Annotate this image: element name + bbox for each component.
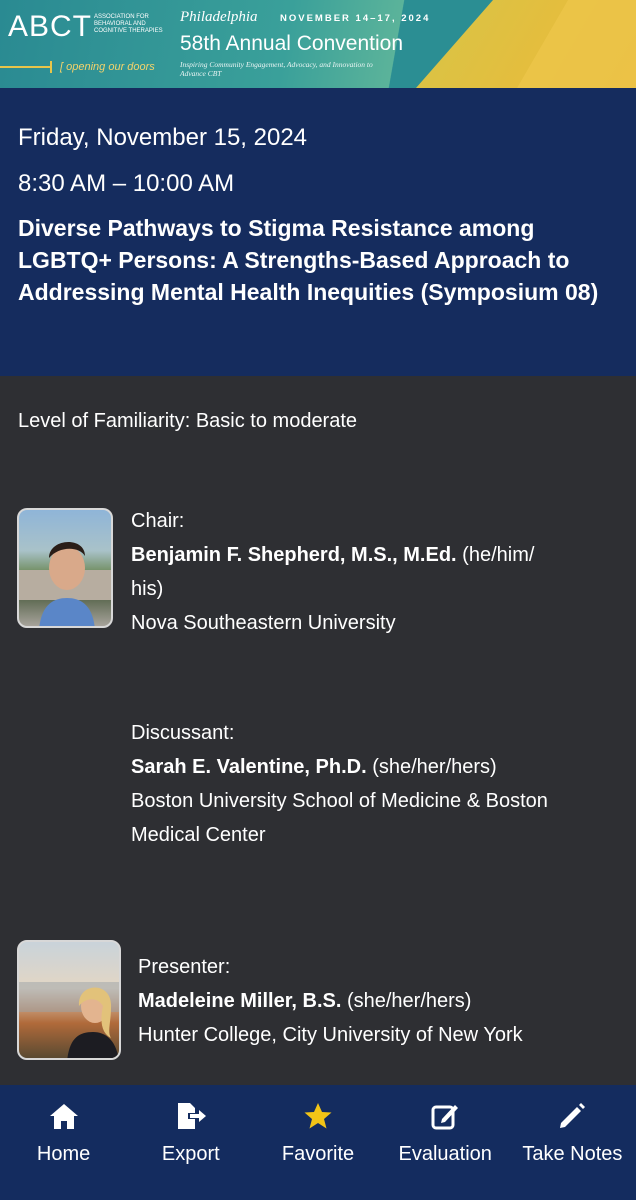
nav-evaluation[interactable]: Evaluation bbox=[382, 1085, 509, 1200]
banner-description: Inspiring Community Engagement, Advocacy… bbox=[180, 60, 373, 78]
presenter-avatar[interactable] bbox=[17, 940, 121, 1060]
nav-evaluation-label: Evaluation bbox=[398, 1143, 492, 1165]
familiarity-level: Level of Familiarity: Basic to moderate bbox=[18, 410, 358, 432]
nav-export-label: Export bbox=[161, 1143, 220, 1165]
nav-home-label: Home bbox=[36, 1143, 91, 1165]
session-time: 8:30 AM – 10:00 AM bbox=[18, 170, 235, 197]
chair-affiliation: Nova Southeastern University bbox=[131, 612, 396, 634]
abct-logo: ABCT bbox=[8, 10, 93, 43]
bottom-nav: Home Export Favorite Evaluation Take Not… bbox=[0, 1085, 636, 1200]
presenter-affiliation: Hunter College, City University of New Y… bbox=[138, 1024, 523, 1046]
edit-icon bbox=[428, 1099, 462, 1133]
session-header: Friday, November 15, 2024 8:30 AM – 10:0… bbox=[0, 88, 636, 376]
convention-banner: ABCT Association for Behavioral and Cogn… bbox=[0, 0, 636, 88]
session-title: Diverse Pathways to Stigma Resistance am… bbox=[18, 215, 599, 305]
star-icon bbox=[301, 1099, 335, 1133]
nav-home[interactable]: Home bbox=[0, 1085, 127, 1200]
discussant-pronouns: (she/her/hers) bbox=[372, 756, 497, 778]
banner-title: 58th Annual Convention bbox=[180, 32, 404, 55]
presenter-pronouns: (she/her/hers) bbox=[346, 990, 472, 1012]
export-icon bbox=[174, 1099, 208, 1133]
session-date: Friday, November 15, 2024 bbox=[18, 124, 308, 151]
nav-take-notes[interactable]: Take Notes bbox=[509, 1085, 636, 1200]
nav-favorite-label: Favorite bbox=[281, 1143, 355, 1165]
nav-take-notes-label: Take Notes bbox=[522, 1143, 623, 1165]
discussant-affiliation: Boston University School of Medicine & B… bbox=[131, 790, 548, 846]
presenter-name[interactable]: Madeleine Miller, B.S. bbox=[138, 990, 341, 1012]
nav-favorite[interactable]: Favorite bbox=[254, 1085, 381, 1200]
chair-info: Chair: Benjamin F. Shepherd, M.S., M.Ed.… bbox=[131, 504, 611, 640]
abct-logo-subtitle: Association for Behavioral and Cognitive… bbox=[94, 14, 163, 34]
banner-dates: NOVEMBER 14–17, 2024 bbox=[280, 13, 431, 24]
discussant-info: Discussant: Sarah E. Valentine, Ph.D. (s… bbox=[131, 716, 621, 852]
chair-name[interactable]: Benjamin F. Shepherd, M.S., M.Ed. bbox=[131, 544, 457, 566]
banner-city: Philadelphia bbox=[180, 9, 258, 25]
pencil-icon bbox=[555, 1099, 589, 1133]
discussant-role: Discussant: bbox=[131, 722, 235, 744]
home-icon bbox=[47, 1099, 81, 1133]
chair-avatar[interactable] bbox=[17, 508, 113, 628]
banner-tagline: [ opening our doors bbox=[60, 61, 155, 73]
nav-export[interactable]: Export bbox=[127, 1085, 254, 1200]
chair-role: Chair: bbox=[131, 510, 185, 532]
presenter-role: Presenter: bbox=[138, 956, 231, 978]
presenter-info: Presenter: Madeleine Miller, B.S. (she/h… bbox=[138, 950, 618, 1052]
discussant-name[interactable]: Sarah E. Valentine, Ph.D. bbox=[131, 756, 367, 778]
